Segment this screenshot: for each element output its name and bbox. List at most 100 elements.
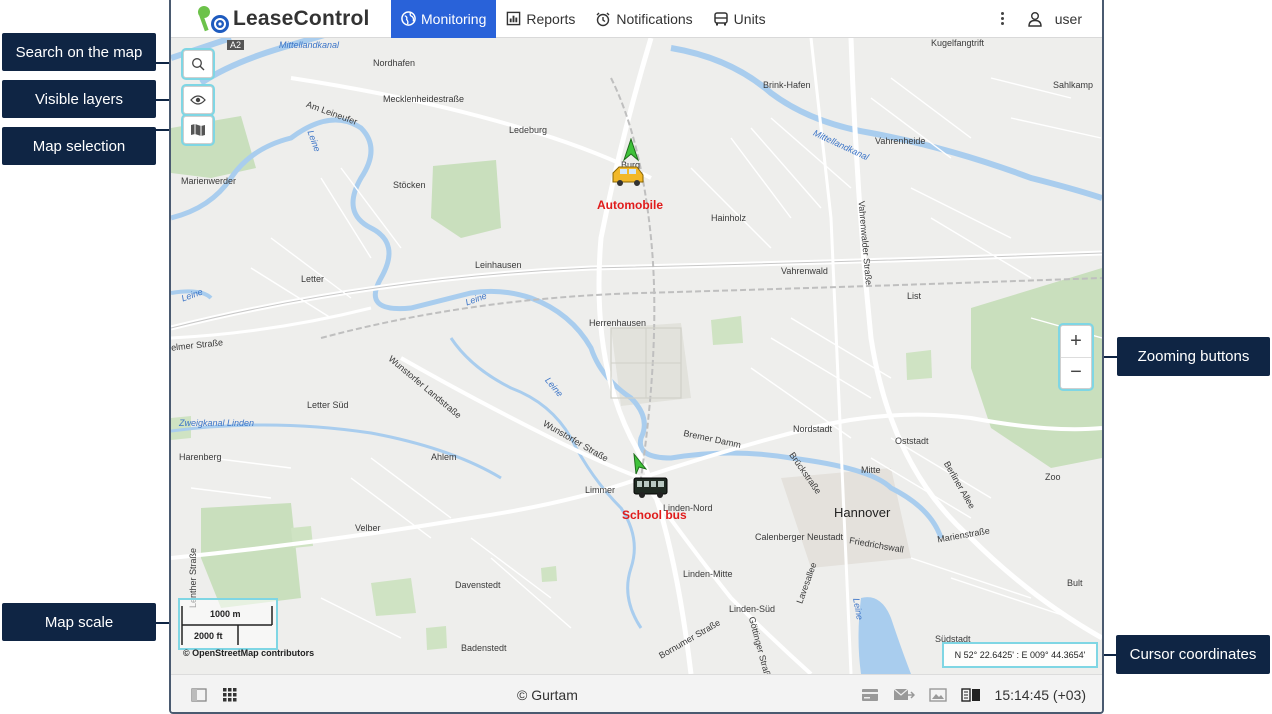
layout-toggle-icon[interactable]	[960, 687, 981, 702]
tab-units-label: Units	[733, 10, 766, 27]
logo-key-icon	[193, 1, 233, 37]
map-label-limmer: Limmer	[585, 485, 616, 495]
scale-feet: 2000 ft	[194, 631, 223, 641]
map-label-linden-mitte: Linden-Mitte	[683, 569, 733, 579]
map-label-mitte: Mitte	[861, 465, 881, 475]
logo-text: LeaseControl	[233, 6, 370, 30]
logo[interactable]: LeaseControl	[171, 0, 391, 38]
top-bar: LeaseControl Monitoring Reports Notifica…	[171, 0, 1102, 38]
apps-grid-icon[interactable]	[223, 687, 237, 702]
scale-meters: 1000 m	[210, 609, 241, 619]
map-scale: 1000 m 2000 ft	[178, 598, 278, 650]
map-label-badenstedt: Badenstedt	[461, 643, 507, 653]
tab-notifications-label: Notifications	[616, 10, 693, 27]
callout-search-text: Search on the map	[15, 43, 143, 61]
map-label-kugelfangtrift: Kugelfangtrift	[931, 38, 985, 48]
sidebar-toggle-icon[interactable]	[191, 687, 207, 702]
unit-label-school-bus[interactable]: School bus	[622, 508, 687, 522]
tab-reports[interactable]: Reports	[496, 0, 585, 38]
copyright: © Gurtam	[517, 686, 578, 703]
callout-map-selection-text: Map selection	[32, 137, 126, 155]
callout-zooming: Zooming buttons	[1117, 337, 1270, 376]
tab-notifications[interactable]: Notifications	[585, 0, 702, 38]
bottom-bar: © Gurtam 15:14:45 (+03)	[171, 674, 1102, 712]
map-label-leinhausen: Leinhausen	[475, 260, 522, 270]
map-label-a2: A2	[227, 40, 245, 50]
bottom-bar-right: 15:14:45 (+03)	[861, 687, 1102, 703]
map-label-mittellandkanal-top: Mittellandkanal	[279, 40, 340, 50]
map-label-ahlem: Ahlem	[431, 452, 457, 462]
car-icon[interactable]	[611, 165, 645, 187]
zoom-in-button[interactable]: +	[1061, 326, 1091, 358]
message-send-icon[interactable]	[893, 688, 915, 702]
callout-layers-text: Visible layers	[34, 90, 124, 108]
map-label-letter: Letter	[301, 274, 325, 284]
server-time: 15:14:45 (+03)	[994, 686, 1086, 703]
callout-cursor: Cursor coordinates	[1116, 635, 1270, 674]
cursor-coordinates: N 52° 22.6425' : E 009° 44.3654'	[942, 642, 1098, 668]
map-label-ledeburg: Ledeburg	[509, 125, 548, 135]
map-label-mecklenheide: Mecklenheidestraße	[383, 94, 465, 104]
callout-layers: Visible layers	[2, 80, 156, 118]
tab-units[interactable]: Units	[703, 0, 776, 38]
map-canvas[interactable]: A2 Mittellandkanal Kugelfangtrift Nordha…	[171, 38, 1102, 674]
map-label-oststadt: Oststadt	[895, 436, 929, 446]
tab-monitoring-label: Monitoring	[421, 10, 487, 27]
image-icon[interactable]	[928, 687, 947, 702]
map-label-letter-sud: Letter Süd	[307, 400, 349, 410]
globe-icon	[401, 11, 416, 26]
map-label-calenberger: Calenberger Neustadt	[755, 532, 844, 542]
main-nav: Monitoring Reports Notifications Units	[391, 0, 776, 38]
map-label-hannover: Hannover	[834, 505, 891, 520]
tab-reports-label: Reports	[526, 10, 576, 27]
bottom-bar-left	[171, 687, 511, 702]
direction-arrow-icon	[633, 453, 647, 475]
visible-layers-button[interactable]	[183, 86, 213, 114]
callout-map-scale-text: Map scale	[44, 613, 114, 631]
direction-arrow-icon	[623, 138, 639, 162]
zoom-out-button[interactable]: −	[1061, 358, 1091, 389]
more-menu-icon[interactable]	[993, 12, 1013, 25]
map-label-zoo: Zoo	[1045, 472, 1061, 482]
tab-monitoring[interactable]: Monitoring	[391, 0, 497, 38]
map-label-stocken: Stöcken	[393, 180, 426, 190]
map-label-harenberg: Harenberg	[179, 452, 222, 462]
report-icon	[507, 11, 521, 26]
map-label-list: List	[907, 291, 922, 301]
cursor-coordinates-text: N 52° 22.6425' : E 009° 44.3654'	[954, 650, 1086, 660]
map-label-velber: Velber	[355, 523, 381, 533]
top-bar-right: user	[993, 11, 1102, 27]
map-label-marienwerder: Marienwerder	[181, 176, 237, 186]
map-label-davenstedt: Davenstedt	[455, 580, 501, 590]
map-label-nordhafen: Nordhafen	[373, 58, 416, 68]
user-icon[interactable]	[1027, 11, 1043, 27]
search-map-button[interactable]	[183, 50, 213, 78]
map-selection-button[interactable]	[183, 116, 213, 144]
map-label-linden-sud: Linden-Süd	[729, 604, 776, 614]
bus-icon	[713, 11, 728, 25]
payment-card-icon[interactable]	[861, 688, 879, 702]
eye-icon	[190, 95, 206, 105]
search-icon	[192, 58, 205, 71]
map-label-herrenhausen: Herrenhausen	[589, 318, 647, 328]
map-label-sahlkamp: Sahlkamp	[1053, 80, 1094, 90]
callout-search: Search on the map	[2, 33, 156, 71]
zoom-controls: + −	[1060, 325, 1092, 389]
map-label-brink-hafen: Brink-Hafen	[763, 80, 811, 90]
map-label-nordstadt: Nordstadt	[793, 424, 833, 434]
callout-map-selection: Map selection	[2, 127, 156, 165]
bus-icon[interactable]	[633, 476, 669, 500]
map-label-zweigkanal: Zweigkanal Linden	[179, 418, 255, 428]
map-label-vahrenheide: Vahrenheide	[875, 136, 926, 146]
map-attribution[interactable]: © OpenStreetMap contributors	[183, 648, 314, 658]
map-label-vahrenwald: Vahrenwald	[781, 266, 828, 276]
map-label-bult: Bult	[1067, 578, 1083, 588]
app-window: LeaseControl Monitoring Reports Notifica…	[169, 0, 1104, 714]
user-name[interactable]: user	[1055, 11, 1082, 27]
callout-map-scale: Map scale	[2, 603, 156, 641]
callout-cursor-text: Cursor coordinates	[1129, 646, 1257, 663]
map-label-hainholz: Hainholz	[711, 213, 747, 223]
callout-zooming-text: Zooming buttons	[1137, 348, 1250, 365]
map-icon	[191, 124, 205, 136]
unit-label-automobile[interactable]: Automobile	[597, 198, 663, 212]
